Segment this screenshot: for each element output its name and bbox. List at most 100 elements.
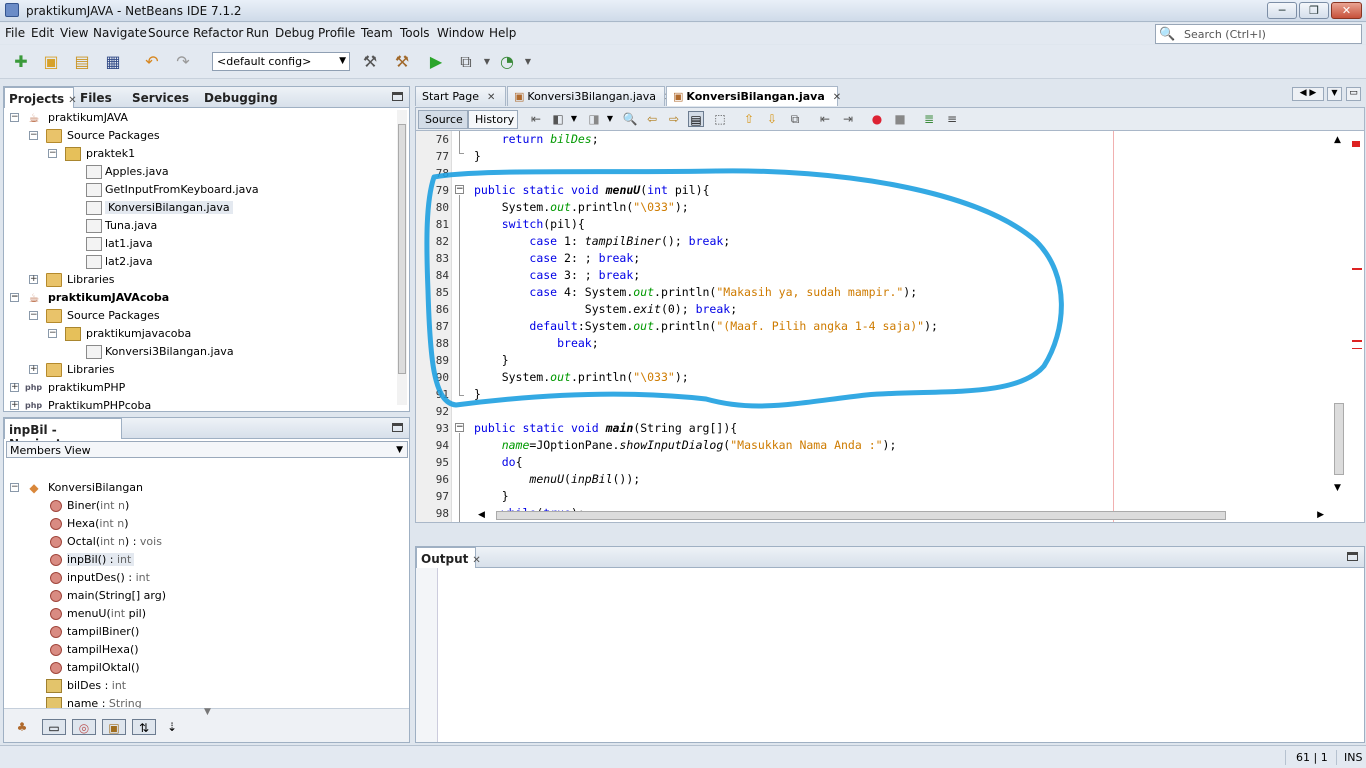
- menu-view[interactable]: View: [60, 26, 88, 40]
- show-nonpublic-toggle-icon[interactable]: ▣: [102, 719, 126, 735]
- open-project-icon[interactable]: ▤: [71, 52, 93, 72]
- menu-window[interactable]: Window: [437, 26, 484, 40]
- inherited-members-icon[interactable]: ♣: [14, 719, 30, 735]
- toggle-bookmark-icon[interactable]: ⧉: [787, 111, 803, 127]
- class-node[interactable]: − ◆ KonversiBilangan: [8, 479, 388, 497]
- tree-node[interactable]: + php PraktikumPHPcoba: [8, 397, 388, 415]
- tab-files[interactable]: Files: [76, 87, 126, 108]
- member-item[interactable]: tampilBiner(): [8, 623, 388, 641]
- projects-scrollbar[interactable]: [397, 110, 407, 405]
- editor-horizontal-scrollbar[interactable]: ◀ ▶: [476, 509, 1326, 522]
- show-fields-toggle-icon[interactable]: ▭: [42, 719, 66, 735]
- maximize-editor-icon[interactable]: ▭: [1346, 87, 1361, 101]
- tab-scroll-arrows-icon[interactable]: ◀ ▶: [1292, 87, 1324, 101]
- uncomment-icon[interactable]: ≡: [944, 111, 960, 127]
- tree-node[interactable]: lat2.java: [8, 253, 388, 271]
- menu-file[interactable]: File: [5, 26, 25, 40]
- menu-run[interactable]: Run: [246, 26, 269, 40]
- editor-vertical-scrollbar[interactable]: ▲ ▼: [1333, 135, 1346, 495]
- tab-list-icon[interactable]: ▼: [1327, 87, 1342, 101]
- tree-node[interactable]: + Libraries: [8, 271, 388, 289]
- collapse-icon[interactable]: −: [29, 131, 38, 140]
- chevron-down-icon[interactable]: ▼: [517, 52, 539, 72]
- tree-node[interactable]: GetInputFromKeyboard.java: [8, 181, 388, 199]
- redo-icon[interactable]: ↷: [172, 52, 194, 72]
- find-previous-icon[interactable]: ⇦: [644, 111, 660, 127]
- scrollbar-thumb[interactable]: [496, 511, 1226, 520]
- menu-help[interactable]: Help: [489, 26, 516, 40]
- close-icon[interactable]: ✕: [487, 92, 495, 103]
- menu-navigate[interactable]: Navigate: [93, 26, 147, 40]
- menu-profile[interactable]: Profile: [318, 26, 355, 40]
- error-stripe[interactable]: [1352, 340, 1362, 342]
- scrollbar-thumb[interactable]: [1334, 403, 1344, 475]
- scroll-down-icon[interactable]: ▼: [1334, 483, 1341, 493]
- menu-refactor[interactable]: Refactor: [193, 26, 243, 40]
- tab-navigator[interactable]: inpBil - Navigator✕: [4, 418, 122, 451]
- collapse-icon[interactable]: −: [10, 483, 19, 492]
- expand-icon[interactable]: +: [29, 365, 38, 374]
- tree-node[interactable]: − praktikumjavacoba: [8, 325, 388, 343]
- comment-icon[interactable]: ≣: [921, 111, 937, 127]
- member-item[interactable]: Hexa(int n): [8, 515, 388, 533]
- code-editor[interactable]: − − 76 77 78 79 80 81 82 83 84 85 86 87 …: [415, 131, 1365, 523]
- new-file-icon[interactable]: ✚: [10, 52, 32, 72]
- run-icon[interactable]: ▶: [425, 52, 447, 72]
- error-stripe[interactable]: [1352, 268, 1362, 270]
- save-all-icon[interactable]: ▦: [102, 52, 124, 72]
- close-button[interactable]: ✕: [1331, 2, 1362, 19]
- previous-bookmark-icon[interactable]: ⇧: [741, 111, 757, 127]
- menu-edit[interactable]: Edit: [31, 26, 54, 40]
- profile-icon[interactable]: ◔: [496, 52, 518, 72]
- collapse-icon[interactable]: −: [10, 113, 19, 122]
- close-icon[interactable]: ✕: [833, 92, 841, 103]
- member-item[interactable]: menuU(int pil): [8, 605, 388, 623]
- collapse-icon[interactable]: −: [48, 149, 57, 158]
- tree-node[interactable]: − ☕ praktikumJAVA: [8, 109, 388, 127]
- member-item[interactable]: tampilOktal(): [8, 659, 388, 677]
- history-view-button[interactable]: History: [468, 110, 518, 129]
- tab-output[interactable]: Output ✕: [416, 547, 481, 568]
- scroll-up-icon[interactable]: ▲: [1334, 135, 1341, 145]
- search-input[interactable]: 🔍 Search (Ctrl+I): [1155, 24, 1362, 44]
- tree-node[interactable]: KonversiBilangan.java: [8, 199, 388, 217]
- expand-icon[interactable]: +: [10, 383, 19, 392]
- member-item[interactable]: bilDes : int: [8, 677, 388, 695]
- tree-node[interactable]: Tuna.java: [8, 217, 388, 235]
- tree-node[interactable]: − praktek1: [8, 145, 388, 163]
- stop-macro-icon[interactable]: ■: [892, 111, 908, 127]
- tree-node[interactable]: lat1.java: [8, 235, 388, 253]
- scroll-left-icon[interactable]: ◀: [478, 510, 485, 520]
- member-item[interactable]: Biner(int n): [8, 497, 388, 515]
- tree-node[interactable]: Konversi3Bilangan.java: [8, 343, 388, 361]
- error-stripe[interactable]: [1352, 348, 1362, 349]
- tab-konversibilangan[interactable]: ▣ KonversiBilangan.java ✕: [666, 86, 841, 106]
- tree-node[interactable]: − ☕ praktikumJAVAcoba: [8, 289, 388, 307]
- back-icon[interactable]: ◧: [550, 111, 566, 127]
- tab-konversi3bilangan[interactable]: ▣Konversi3Bilangan.java✕: [507, 86, 672, 106]
- chevron-down-icon[interactable]: ▼: [566, 111, 582, 127]
- scrollbar-thumb[interactable]: [398, 124, 406, 374]
- maximize-button[interactable]: ❐: [1299, 2, 1329, 19]
- minimize-button[interactable]: ─: [1267, 2, 1297, 19]
- minimize-panel-icon[interactable]: [1347, 552, 1358, 561]
- menu-tools[interactable]: Tools: [400, 26, 430, 40]
- collapse-icon[interactable]: −: [10, 293, 19, 302]
- member-item[interactable]: inpBil() : int: [8, 551, 388, 569]
- member-item[interactable]: Octal(int n) : vois: [8, 533, 388, 551]
- tab-start-page[interactable]: Start Page ✕: [415, 86, 506, 106]
- tree-node[interactable]: Apples.java: [8, 163, 388, 181]
- forward-icon[interactable]: ◨: [586, 111, 602, 127]
- clean-build-icon[interactable]: ⚒: [391, 52, 413, 72]
- menu-debug[interactable]: Debug: [275, 26, 314, 40]
- chevron-down-icon[interactable]: ▼: [204, 707, 211, 717]
- error-marker[interactable]: [1352, 141, 1360, 147]
- tab-debugging[interactable]: Debugging: [200, 87, 282, 108]
- find-next-icon[interactable]: ⇨: [666, 111, 682, 127]
- undo-icon[interactable]: ↶: [141, 52, 163, 72]
- tree-node[interactable]: + Libraries: [8, 361, 388, 379]
- member-item[interactable]: inputDes() : int: [8, 569, 388, 587]
- scroll-right-icon[interactable]: ▶: [1317, 510, 1324, 520]
- shift-left-icon[interactable]: ⇤: [817, 111, 833, 127]
- shift-right-icon[interactable]: ⇥: [840, 111, 856, 127]
